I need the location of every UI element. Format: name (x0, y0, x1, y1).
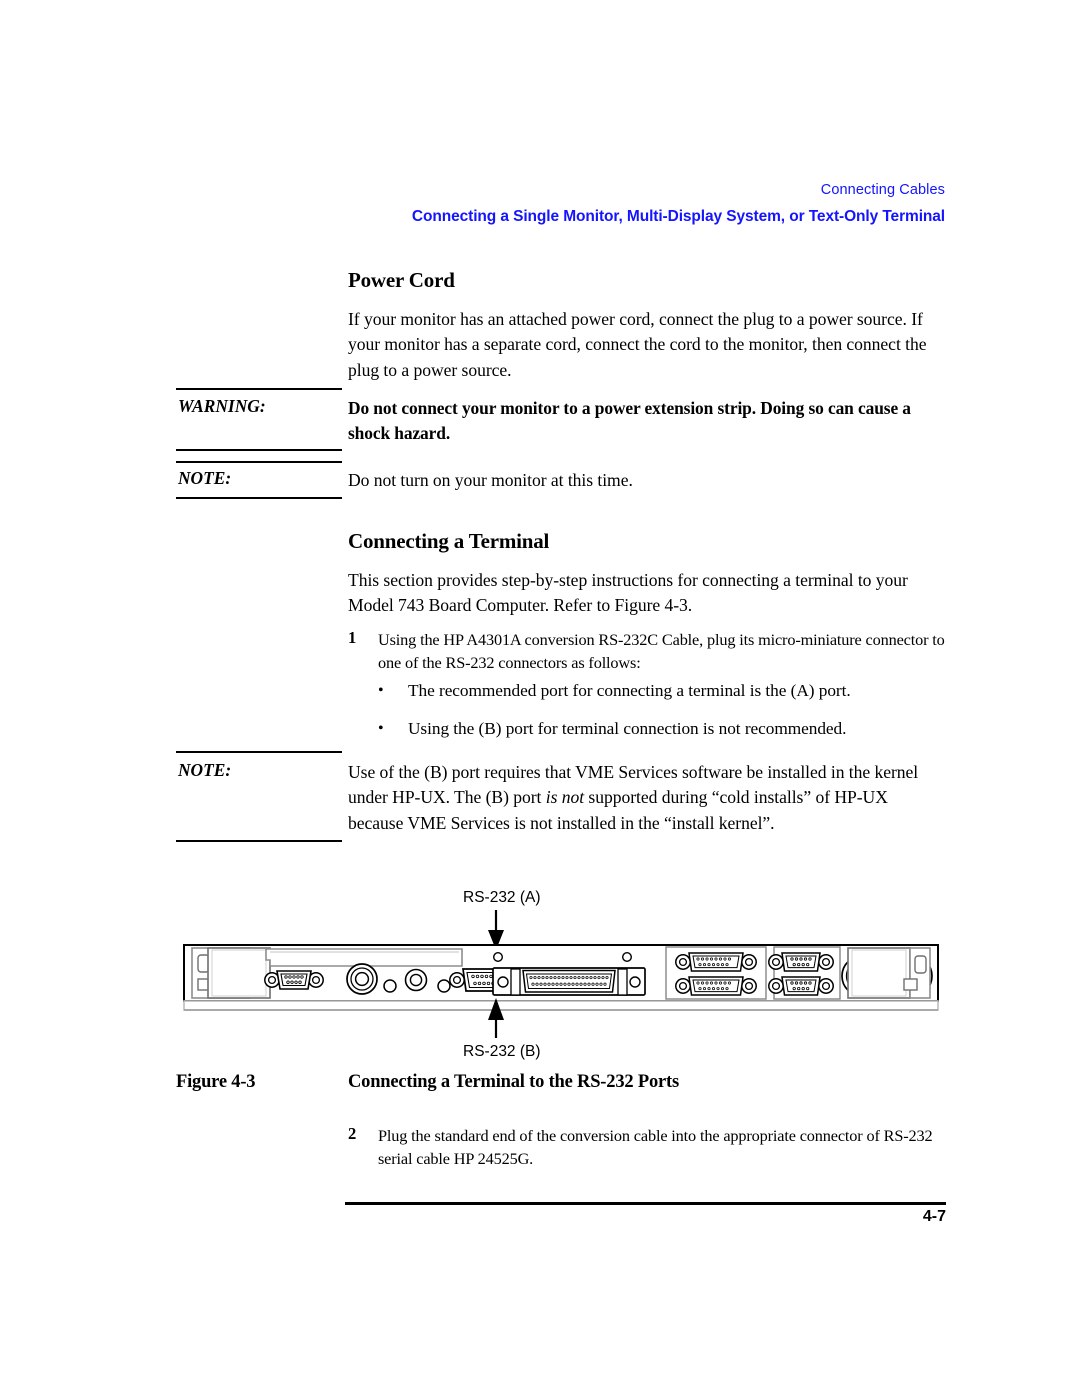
scsi-connector (492, 967, 646, 996)
note2-text: Use of the (B) port requires that VME Se… (348, 760, 946, 836)
figure-callout-bottom-label: RS-232 (B) (463, 1043, 541, 1060)
warning-rule-bottom (176, 449, 342, 451)
step-number-2: 2 (348, 1124, 357, 1143)
note1-label: NOTE: (178, 468, 232, 488)
step-item-1: 1 Using the HP A4301A conversion RS-232C… (348, 628, 948, 675)
figure-caption-title: Connecting a Terminal to the RS-232 Port… (348, 1072, 679, 1092)
paragraph-power-cord: If your monitor has an attached power co… (348, 309, 927, 380)
note2-label: NOTE: (178, 760, 232, 780)
bullet-marker-icon: • (378, 720, 384, 737)
note1-text: Do not turn on your monitor at this time… (348, 470, 633, 490)
warning-label: WARNING: (178, 396, 266, 416)
figure-caption-number: Figure 4-3 (176, 1072, 256, 1092)
document-page: Connecting Cables Connecting a Single Mo… (0, 0, 1080, 1397)
round-jack-large (346, 963, 378, 995)
bullet-marker-icon: • (378, 682, 384, 699)
running-head-chapter: Connecting Cables (820, 182, 945, 198)
note2-emphasis: is not (545, 787, 585, 808)
step-text-2: Plug the standard end of the conversion … (378, 1126, 933, 1169)
list-item: • Using the (B) port for terminal connec… (348, 716, 948, 741)
heading-power-cord: Power Cord (348, 268, 455, 292)
note2-rule-top (176, 751, 342, 753)
note1-rule-bottom (176, 497, 342, 499)
figure-callout-top-label: RS-232 (A) (463, 889, 541, 906)
vent-hole-1 (493, 951, 504, 962)
step-item-2: 2 Plug the standard end of the conversio… (348, 1124, 948, 1171)
round-hole-small-2 (437, 979, 451, 993)
running-head-section: Connecting a Single Monitor, Multi-Displ… (411, 208, 945, 225)
bullet-text-2: Using the (B) port for terminal connecti… (408, 719, 847, 738)
vent-hole-2 (622, 951, 633, 962)
heading-connecting-terminal: Connecting a Terminal (348, 529, 550, 553)
warning-rule-top (176, 388, 342, 390)
step-text-1: Using the HP A4301A conversion RS-232C C… (378, 630, 945, 673)
step-number-1: 1 (348, 628, 357, 647)
round-jack-medium (404, 968, 428, 992)
paragraph-connecting-terminal: This section provides step-by-step instr… (348, 570, 908, 616)
list-item: • The recommended port for connecting a … (348, 678, 948, 703)
round-hole-small-1 (383, 979, 397, 993)
db9-connector-left (264, 970, 324, 990)
bullet-text-1: The recommended port for connecting a te… (408, 681, 851, 700)
rs232-port-b-connector (768, 976, 834, 996)
figure-rear-panel: RS-232 (A) RS-232 (B) (176, 880, 946, 1060)
rear-panel-diagram-svg: RS-232 (A) RS-232 (B) (183, 889, 939, 1060)
warning-text: Do not connect your monitor to a power e… (348, 398, 911, 444)
note2-rule-bottom (176, 840, 342, 842)
footer-page-number: 4-7 (922, 1208, 946, 1225)
footer-rule (345, 1202, 946, 1205)
rs232-port-a-connector (768, 952, 834, 972)
note1-rule-top (176, 461, 342, 463)
